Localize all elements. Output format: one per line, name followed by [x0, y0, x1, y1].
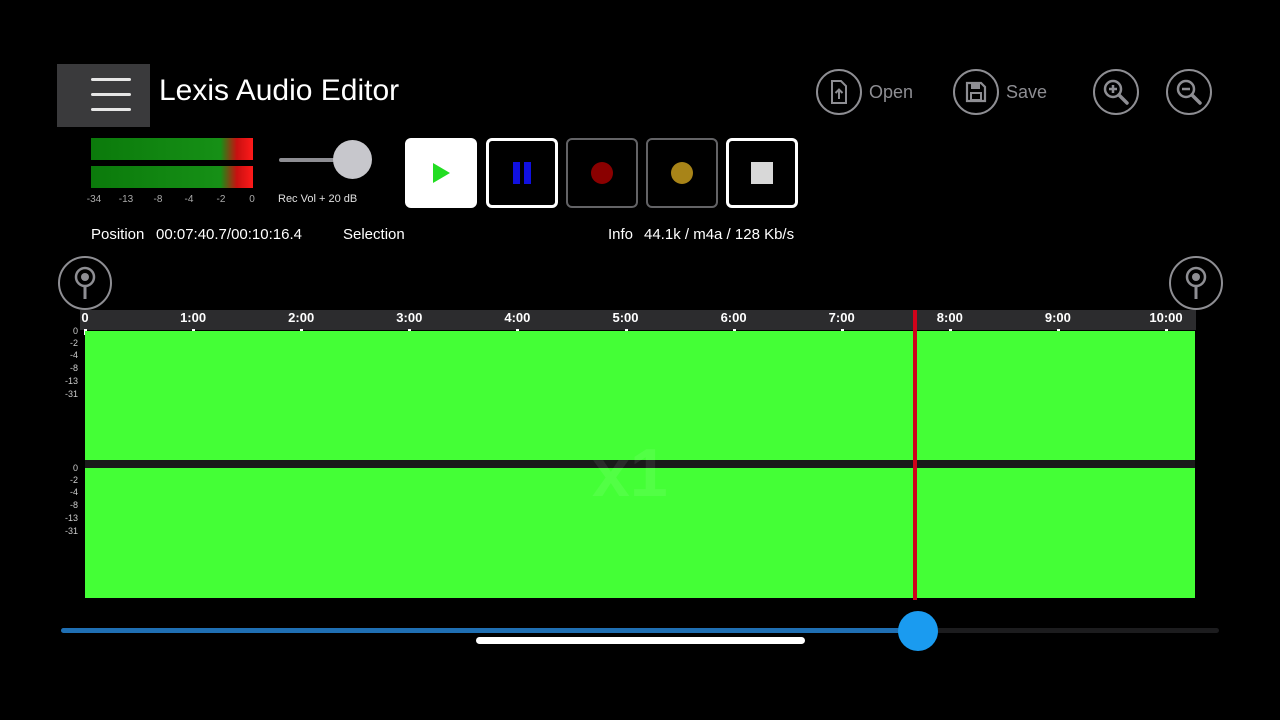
pause-icon: [513, 162, 531, 184]
save-label: Save: [1006, 82, 1048, 102]
play-icon: [433, 163, 450, 183]
map-pin-icon: [74, 266, 96, 299]
info-label: Info: [608, 226, 634, 243]
stop-icon: [751, 162, 773, 184]
zoom-out-icon[interactable]: [1166, 69, 1212, 115]
open-file-icon: [816, 69, 862, 115]
db-scale-label: -8: [69, 500, 78, 510]
db-scale-label: -13: [64, 513, 78, 523]
db-scale-label: -31: [64, 389, 78, 399]
db-scale-label: -2: [69, 475, 78, 485]
timeline-tick-label: 1:00: [180, 310, 207, 325]
meter-scale-label: -34: [86, 194, 102, 205]
play-button[interactable]: [405, 138, 477, 208]
rec-volume-knob[interactable]: [333, 140, 372, 179]
pause-button[interactable]: [486, 138, 558, 208]
rec-volume-label: Rec Vol + 20 dB: [278, 193, 358, 205]
record-pause-button[interactable]: [646, 138, 718, 208]
timeline-tick-label: 10:00: [1149, 310, 1183, 325]
menu-button[interactable]: [57, 64, 150, 127]
db-scale-label: 0: [72, 463, 78, 473]
meter-scale-label: -8: [153, 194, 163, 205]
hamburger-icon-bar: [91, 108, 131, 111]
db-scale-label: -4: [69, 487, 78, 497]
save-disk-icon: [953, 69, 999, 115]
map-pin-icon: [1185, 266, 1207, 299]
meter-scale-label: -13: [118, 194, 134, 205]
level-meter-right: [91, 166, 253, 188]
timeline-tick-label: 4:00: [504, 310, 531, 325]
timeline-tick-label: 3:00: [396, 310, 423, 325]
meter-scale-label: -4: [184, 194, 194, 205]
timeline-tick-label: 8:00: [936, 310, 963, 325]
info-value: 44.1k / m4a / 128 Kb/s: [644, 226, 795, 243]
app-title: Lexis Audio Editor: [159, 74, 400, 107]
hamburger-icon-bar: [91, 93, 131, 96]
open-label: Open: [869, 82, 914, 102]
record-pause-icon: [671, 162, 693, 184]
meter-scale: -34 -13 -8 -4 -2 0: [84, 194, 264, 206]
open-button[interactable]: Open: [816, 69, 913, 115]
selection-label: Selection: [343, 226, 405, 243]
record-icon: [591, 162, 613, 184]
left-marker-button[interactable]: [58, 256, 112, 310]
timeline-tick-label: 0: [81, 310, 89, 325]
db-scale-label: -8: [69, 363, 78, 373]
right-marker-button[interactable]: [1169, 256, 1223, 310]
timeline-tick-label: 9:00: [1044, 310, 1071, 325]
level-meter-left: [91, 138, 253, 160]
record-button[interactable]: [566, 138, 638, 208]
db-scale-label: 0: [72, 326, 78, 336]
scroll-fill: [61, 628, 917, 633]
hamburger-icon-bar: [91, 78, 131, 81]
db-scale-label: -2: [69, 338, 78, 348]
playhead[interactable]: [913, 310, 917, 600]
timeline-tick-label: 7:00: [828, 310, 855, 325]
position-value: 00:07:40.7/00:10:16.4: [156, 226, 302, 243]
stop-button[interactable]: [726, 138, 798, 208]
position-label: Position: [91, 226, 145, 243]
db-scale-label: -4: [69, 350, 78, 360]
zoom-watermark: x1: [592, 435, 668, 511]
meter-scale-label: -2: [216, 194, 226, 205]
timeline-tick-label: 2:00: [288, 310, 315, 325]
home-indicator: [476, 637, 805, 644]
save-button[interactable]: Save: [953, 69, 1047, 115]
db-scale-label: -31: [64, 526, 78, 536]
zoom-in-icon[interactable]: [1093, 69, 1139, 115]
meter-scale-label: 0: [249, 194, 255, 205]
db-scale-label: -13: [64, 376, 78, 386]
scroll-knob[interactable]: [898, 611, 938, 651]
timeline-tick-label: 5:00: [612, 310, 639, 325]
timeline-tick-label: 6:00: [720, 310, 747, 325]
